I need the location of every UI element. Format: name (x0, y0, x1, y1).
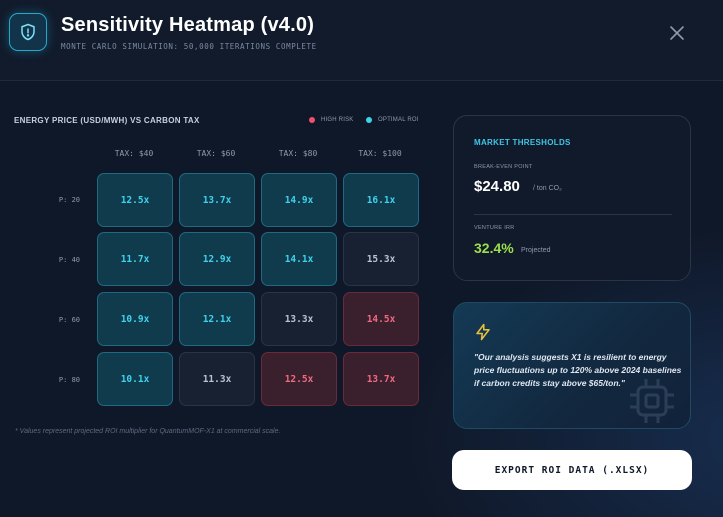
row-header: P: 40 (58, 256, 80, 264)
heatmap-cell[interactable]: 15.3x (343, 232, 419, 286)
venture-irr-value: 32.4% (474, 240, 514, 256)
break-even-value: $24.80 (474, 178, 520, 195)
insight-card: "Our analysis suggests X1 is resilient t… (453, 302, 691, 429)
column-header: TAX: $80 (278, 149, 318, 158)
row-header: P: 20 (58, 196, 80, 204)
column-header: TAX: $100 (358, 149, 402, 158)
sensitivity-modal: Sensitivity Heatmap (v4.0) MONTE CARLO S… (0, 0, 723, 517)
column-header: TAX: $60 (196, 149, 236, 158)
shield-icon (9, 13, 47, 51)
thresholds-title: MARKET THRESHOLDS (474, 138, 571, 147)
break-even-unit: / ton CO₂ (533, 185, 562, 192)
modal-title: Sensitivity Heatmap (v4.0) (61, 14, 315, 36)
export-roi-button[interactable]: EXPORT ROI DATA (.XLSX) (452, 450, 692, 490)
heatmap-cell[interactable]: 16.1x (343, 173, 419, 227)
heatmap-cell[interactable]: 11.3x (179, 352, 255, 406)
heatmap-title: ENERGY PRICE (USD/MWH) VS CARBON TAX (14, 116, 200, 125)
legend-high-risk: HIGH RISK (309, 117, 353, 123)
heatmap-cell[interactable]: 13.3x (261, 292, 337, 346)
heatmap-cell[interactable]: 11.7x (97, 232, 173, 286)
heatmap-cell[interactable]: 14.1x (261, 232, 337, 286)
venture-irr-unit: Projected (521, 247, 551, 254)
legend-label: HIGH RISK (321, 117, 354, 123)
lightning-icon (474, 323, 492, 341)
modal-header: Sensitivity Heatmap (v4.0) MONTE CARLO S… (0, 0, 723, 81)
legend-label: OPTIMAL ROI (378, 117, 419, 123)
heatmap-cell[interactable]: 14.5x (343, 292, 419, 346)
heatmap-cell[interactable]: 12.1x (179, 292, 255, 346)
modal-subtitle: MONTE CARLO SIMULATION: 50,000 ITERATION… (61, 42, 317, 51)
market-thresholds-card: MARKET THRESHOLDS BREAK-EVEN POINT $24.8… (453, 115, 691, 281)
row-header: P: 80 (58, 376, 80, 384)
legend-optimal-roi: OPTIMAL ROI (366, 117, 419, 123)
heatmap-cell[interactable]: 14.9x (261, 173, 337, 227)
optimal-roi-dot (366, 117, 372, 123)
high-risk-dot (309, 117, 315, 123)
chip-icon (626, 375, 678, 427)
row-header: P: 60 (58, 316, 80, 324)
heatmap-cell[interactable]: 10.1x (97, 352, 173, 406)
venture-irr-label: VENTURE IRR (474, 225, 515, 231)
heatmap-cell[interactable]: 13.7x (179, 173, 255, 227)
heatmap-cell[interactable]: 10.9x (97, 292, 173, 346)
heatmap-cell[interactable]: 13.7x (343, 352, 419, 406)
close-icon[interactable] (668, 24, 686, 42)
break-even-label: BREAK-EVEN POINT (474, 164, 533, 170)
column-header: TAX: $40 (114, 149, 154, 158)
heatmap-footnote: * Values represent projected ROI multipl… (15, 428, 281, 435)
heatmap-cell[interactable]: 12.5x (261, 352, 337, 406)
divider (474, 214, 672, 215)
heatmap-cell[interactable]: 12.5x (97, 173, 173, 227)
heatmap-cell[interactable]: 12.9x (179, 232, 255, 286)
